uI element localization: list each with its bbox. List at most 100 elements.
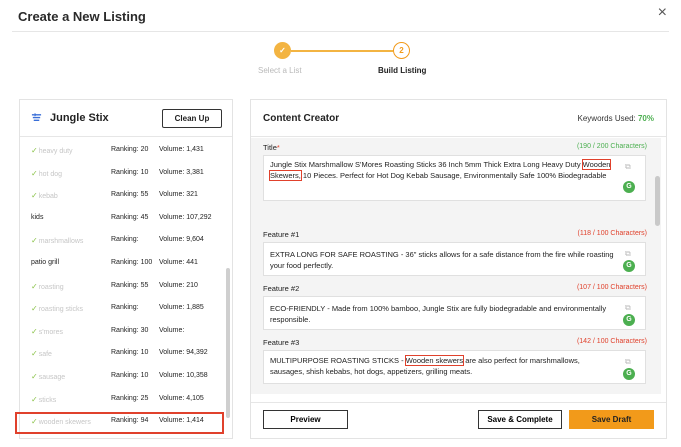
check-icon: ✓ [31,168,38,178]
keyword-ranking: Ranking: 25 [111,394,149,402]
copy-icon[interactable]: ⧉ [625,161,634,171]
keyword-volume: Volume: 210 [159,281,198,289]
title-field[interactable]: Jungle Stix Marshmallow S'Mores Roasting… [263,155,646,201]
feature-3-field[interactable]: MULTIPURPOSE ROASTING STICKS - Wooden sk… [263,350,646,384]
copy-icon[interactable]: ⧉ [625,356,634,366]
keyword-panel-header: Jungle Stix Clean Up [20,100,232,137]
keyword-ranking: Ranking: 20 [111,146,149,153]
grammarly-icon[interactable]: G [623,314,635,326]
clean-up-button[interactable]: Clean Up [162,109,222,128]
keyword-text: sticks [38,396,57,404]
keyword-ranking: Ranking: 55 [111,191,149,199]
keyword-ranking: Ranking: [111,304,139,312]
title-text-after: 10 Pieces. Perfect for Hot Dog Kebab Sau… [300,171,607,181]
check-icon[interactable]: ✓ [274,42,291,59]
feature-2-char-count: (107 / 100 Characters) [576,284,647,291]
title-char-count: (190 / 200 Characters) [576,143,647,150]
feature-1-text: EXTRA LONG FOR SAFE ROASTING - 36" stick… [270,250,614,271]
keyword-row[interactable]: ✓roasting Ranking: 55 Volume: 210 [20,277,226,295]
check-icon: ✓ [31,304,38,314]
feature-3-char-count: (142 / 100 Characters) [576,338,647,345]
keyword-text: patio grill [31,259,60,266]
feature-1-field[interactable]: EXTRA LONG FOR SAFE ROASTING - 36" stick… [263,242,646,276]
keyword-row[interactable]: ✓safe Ranking: 10 Volume: 94,392 [20,344,226,362]
keyword-ranking: Ranking: 10 [111,372,149,379]
keyword-ranking: Ranking: 100 [111,259,153,266]
keyword-text: sausage [38,374,66,381]
content-creator-panel: Content Creator Keywords Used: 70% Title… [250,99,667,439]
save-complete-button[interactable]: Save & Complete [478,410,562,429]
keyword-volume: Volume: 107,292 [159,213,212,221]
copy-icon[interactable]: ⧉ [625,248,634,258]
keyword-volume: Volume: 3,381 [159,168,204,176]
step-2-circle[interactable]: 2 [393,42,410,59]
feature-3-label: Feature #3 [263,338,300,347]
keyword-ranking: Ranking: 55 [111,281,149,289]
keyword-row[interactable]: ✓sausage Ranking: 10 Volume: 10,358 [20,367,226,385]
keyword-row[interactable]: ✓marshmallows Ranking: Volume: 9,604 [20,231,226,249]
keyword-text: kids [31,213,44,221]
keyword-row[interactable]: ✓roasting sticks Ranking: Volume: 1,885 [20,299,226,317]
keyword-name: ✓s'mores [31,327,63,336]
keyword-ranking: Ranking: 45 [111,213,149,221]
keyword-name: ✓marshmallows [31,236,83,245]
grammarly-icon[interactable]: G [623,260,635,272]
check-icon: ✓ [31,394,38,404]
keyword-ranking: Ranking: [111,236,139,244]
product-name: Jungle Stix [50,112,109,124]
close-icon[interactable]: × [658,4,667,22]
keyword-text: kebab [38,193,58,201]
copy-icon[interactable]: ⧉ [625,302,634,312]
keywords-used-label: Keywords Used: [577,114,636,123]
keyword-row[interactable]: ✓hot dog Ranking: 10 Volume: 3,381 [20,164,226,182]
keywords-used: Keywords Used: 70% [578,114,655,123]
keyword-name: ✓roasting sticks [31,304,83,313]
feature-2-field[interactable]: ECO-FRIENDLY - Made from 100% bamboo, Ju… [263,296,646,330]
keyword-volume: Volume: 1,431 [159,146,204,153]
title-label: Title* [263,143,280,152]
keyword-list: ✓heavy duty Ranking: 20 Volume: 1,431 ✓hot … [20,138,230,438]
keyword-name: ✓safe [31,349,52,358]
feature-3-keyword-highlight: Wooden skewers [404,355,465,366]
keyword-name: ✓sausage [31,372,65,381]
keyword-row[interactable]: ✓s'mores Ranking: 30 Volume: [20,322,226,340]
keyword-row[interactable]: ✓heavy duty Ranking: 20 Volume: 1,431 [20,141,226,159]
check-icon: ✓ [31,349,38,359]
keyword-volume: Volume: 10,358 [159,372,208,379]
keyword-text: safe [38,351,52,359]
check-icon: ✓ [31,191,38,201]
keyword-name: ✓heavy duty [31,146,73,155]
keyword-text: roasting sticks [38,306,84,314]
check-icon: ✓ [31,236,38,246]
keyword-name: ✓sticks [31,395,56,404]
save-draft-button[interactable]: Save Draft [569,410,654,429]
keyword-text: s'mores [38,328,63,336]
keyword-name: kids [31,214,43,221]
keyword-volume: Volume: 4,105 [159,394,204,402]
keyword-name: patio grill [31,259,59,266]
keyword-panel: Jungle Stix Clean Up ✓heavy duty Ranking:… [19,99,233,439]
grammarly-icon[interactable]: G [623,368,635,380]
grammarly-icon[interactable]: G [623,181,635,193]
content-scrollbar[interactable] [655,176,660,226]
content-footer: Preview Save & Complete Save Draft [251,402,666,439]
content-creator-title: Content Creator [263,113,340,124]
preview-button[interactable]: Preview [263,410,348,429]
keyword-row[interactable]: ✓sticks Ranking: 25 Volume: 4,105 [20,390,226,408]
keyword-ranking: Ranking: 10 [111,168,149,176]
keyword-row[interactable]: patio grill Ranking: 100 Volume: 441 [20,254,226,272]
check-icon: ✓ [31,281,38,291]
keyword-text: heavy duty [38,148,73,155]
keyword-volume: Volume: [159,326,185,334]
keyword-text: hot dog [38,170,63,178]
keyword-row[interactable]: ✓kebab Ranking: 55 Volume: 321 [20,186,226,204]
keyword-ranking: Ranking: 30 [111,326,149,334]
list-filter-icon [31,113,42,121]
title-text-before: Jungle Stix Marshmallow S'Mores Roasting… [270,160,583,169]
keyword-row[interactable]: kids Ranking: 45 Volume: 107,292 [20,209,226,227]
keyword-name: ✓hot dog [31,169,62,178]
keyword-scrollbar[interactable] [226,268,230,418]
header-divider [12,31,669,32]
step-connector [291,50,393,52]
step-1-label[interactable]: Select a List [258,66,302,75]
